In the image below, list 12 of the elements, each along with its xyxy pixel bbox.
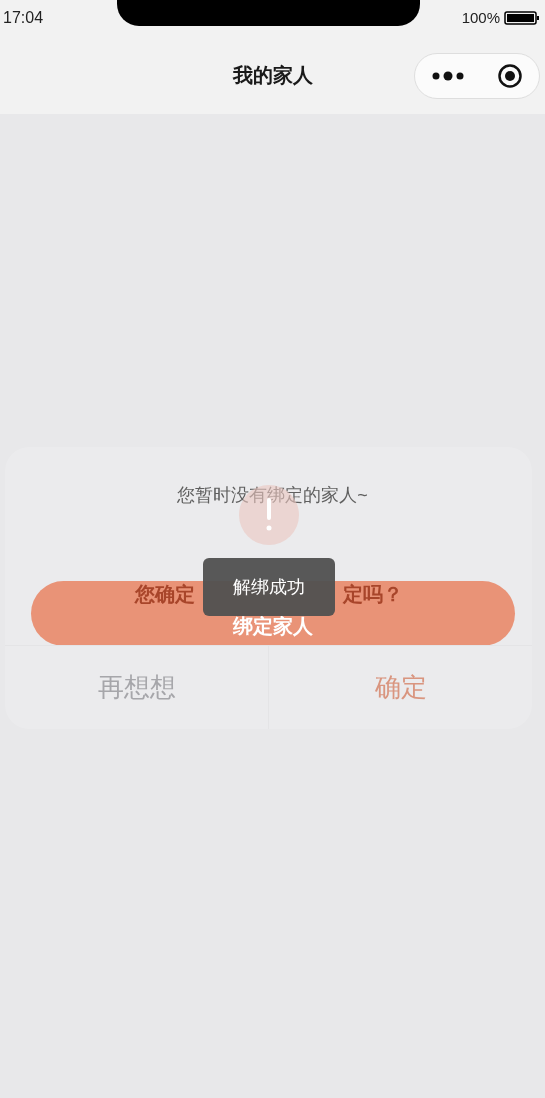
page-title: 我的家人 xyxy=(232,63,313,88)
status-time: 17:04 xyxy=(3,8,44,28)
more-icon[interactable] xyxy=(431,70,465,82)
confirm-button[interactable]: 确定 xyxy=(268,646,532,729)
battery-icon xyxy=(504,10,540,26)
toast-message: 解绑成功 xyxy=(233,575,305,599)
dialog-title-end: 定吗？ xyxy=(343,584,403,604)
empty-message: 您暂时没有绑定的家人~ xyxy=(177,484,368,507)
dialog-title-start: 您确定 xyxy=(135,584,195,604)
battery-percentage: 100% xyxy=(461,7,500,28)
cancel-button[interactable]: 再想想 xyxy=(5,646,268,729)
close-target-icon[interactable] xyxy=(497,63,523,89)
